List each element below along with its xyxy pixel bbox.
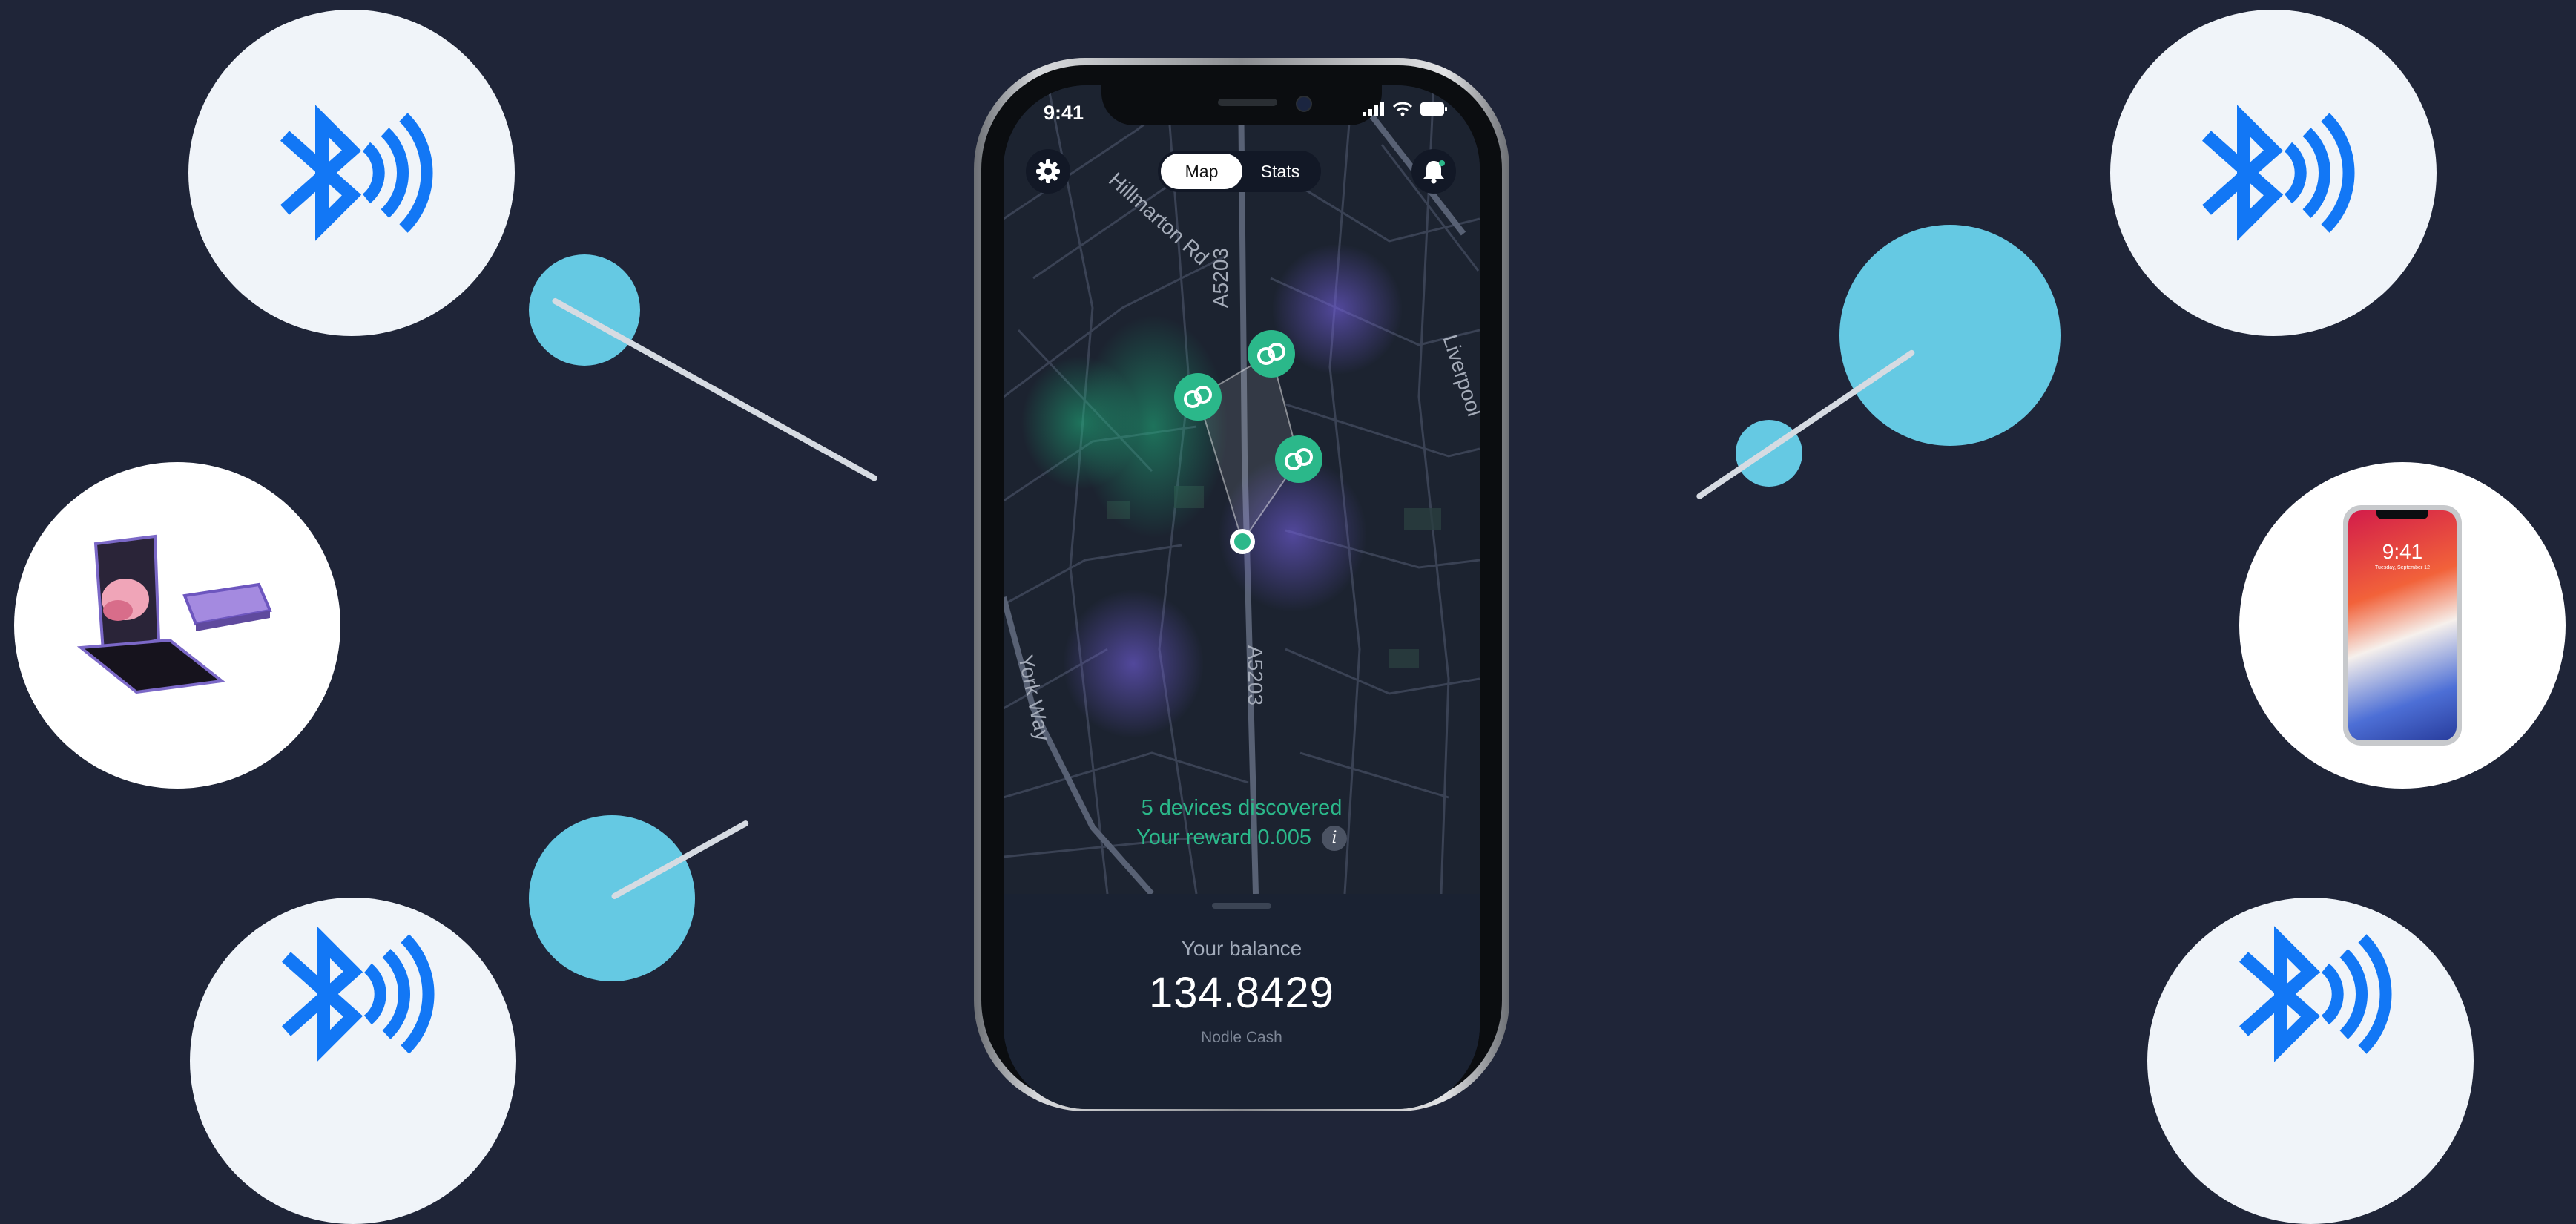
bluetooth-circle-bottom-left: [190, 898, 516, 1224]
front-camera: [1296, 96, 1312, 112]
connector-line-left-top: [551, 297, 879, 482]
phone-notch: [1101, 85, 1382, 125]
bluetooth-circle-top-left: [188, 10, 515, 336]
cellular-signal-icon: [1363, 102, 1384, 116]
status-bar-icons: [1363, 102, 1447, 116]
discovered-device-marker[interactable]: [1174, 373, 1222, 421]
earpiece-speaker: [1218, 99, 1277, 106]
teal-dot-right-large: [1839, 225, 2061, 446]
tab-map[interactable]: Map: [1161, 154, 1242, 189]
bell-icon: [1423, 160, 1445, 184]
foldable-phone-image: [76, 534, 272, 694]
street-label-a5203-top: A5203: [1209, 248, 1232, 308]
sheet-drag-handle[interactable]: [1212, 903, 1271, 909]
battery-icon: [1420, 102, 1447, 116]
balance-value: 134.8429: [1149, 969, 1334, 1017]
balance-currency: Nodle Cash: [1201, 1029, 1282, 1046]
bluetooth-icon: [2202, 105, 2355, 241]
balance-label: Your balance: [1181, 937, 1302, 960]
teal-dot-left-top: [529, 254, 640, 366]
discovered-device-marker[interactable]: [1275, 435, 1322, 483]
user-location-marker: [1230, 529, 1255, 554]
map-view[interactable]: Hillmarton Rd A5203 A5203 York Way Liver…: [1004, 85, 1480, 894]
connector-line-right: [1695, 349, 1916, 501]
notifications-button[interactable]: [1411, 149, 1456, 194]
iphone-circle: 9:41 Tuesday, September 12: [2239, 462, 2566, 789]
bluetooth-icon: [282, 926, 435, 1062]
iphone-lockscreen-time: 9:41: [2382, 540, 2423, 563]
wifi-icon: [1392, 102, 1413, 116]
bluetooth-circle-bottom-right: [2147, 898, 2474, 1224]
settings-button[interactable]: [1026, 149, 1070, 194]
bluetooth-icon: [2239, 926, 2392, 1062]
iphone-x-image: 9:41 Tuesday, September 12: [2343, 505, 2462, 746]
bluetooth-icon: [280, 105, 433, 241]
reward-row: Your reward 0.005 i: [1004, 826, 1480, 852]
map-stats-toggle: Map Stats: [1158, 151, 1321, 192]
status-bar-time: 9:41: [1044, 102, 1084, 124]
foldable-phone-circle: [14, 462, 340, 789]
street-label-a5203-bottom: A5203: [1244, 645, 1267, 705]
devices-discovered-text: 5 devices discovered: [1141, 796, 1343, 820]
info-icon[interactable]: i: [1321, 826, 1347, 852]
reward-text: Your reward 0.005: [1136, 826, 1311, 849]
balance-sheet[interactable]: Your balance 134.8429 Nodle Cash: [1004, 894, 1480, 1109]
tab-stats[interactable]: Stats: [1242, 154, 1318, 189]
bluetooth-circle-top-right: [2110, 10, 2437, 336]
iphone-lockscreen-date: Tuesday, September 12: [2375, 565, 2430, 570]
phone-screen: Hillmarton Rd A5203 A5203 York Way Liver…: [1004, 85, 1480, 1109]
gear-icon: [1036, 159, 1060, 183]
discovered-device-marker[interactable]: [1248, 330, 1295, 378]
